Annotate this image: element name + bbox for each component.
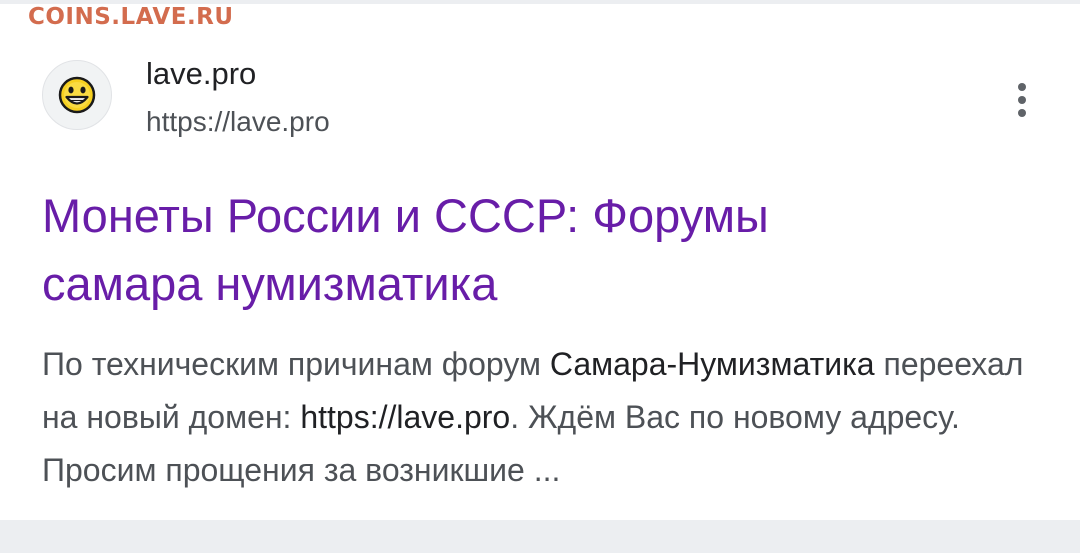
more-options-button[interactable] [1002,76,1042,124]
result-title-line: Монеты России и СССР: Форумы [42,189,769,242]
search-result-card: lave.pro https://lave.pro Монеты России … [0,4,1080,520]
favicon [42,60,112,130]
site-url: https://lave.pro [146,106,330,137]
site-name: lave.pro [146,56,257,91]
snippet-highlight: Самара-Нумизматика [549,346,875,382]
search-results-page: lave.pro https://lave.pro Монеты России … [0,0,1080,553]
snippet-highlight: https://lave.pro [300,399,511,435]
result-snippet: По техническим причинам форум Самара-Нум… [42,338,1042,497]
result-source[interactable]: lave.pro https://lave.pro [42,54,1042,154]
snippet-text: По техническим причинам форум [42,346,550,382]
more-vert-icon [1018,83,1026,117]
smiley-face-icon [58,76,96,114]
site-info: lave.pro https://lave.pro [146,54,330,140]
result-separator [0,520,1080,553]
result-title-link[interactable]: Монеты России и СССР: Форумы самара нуми… [42,182,1042,318]
watermark-text: COINS.LAVE.RU [28,4,234,30]
result-title-line: самара нумизматика [42,257,498,310]
